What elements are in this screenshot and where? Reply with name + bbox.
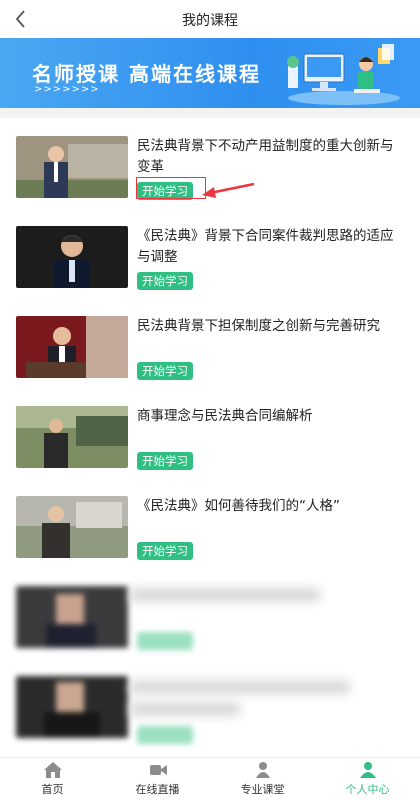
page-title: 我的课程 <box>182 13 238 29</box>
start-learning-button[interactable]: 开始学习 <box>137 362 193 380</box>
classroom-icon <box>255 762 270 778</box>
start-learning-button[interactable]: 开始学习 <box>137 542 193 560</box>
course-item-blurred <box>0 676 420 766</box>
red-arrow-icon <box>202 182 255 198</box>
course-thumbnail[interactable] <box>16 496 128 558</box>
start-learning-button[interactable]: 开始学习 <box>137 272 193 290</box>
course-thumbnail-blurred[interactable] <box>16 676 128 738</box>
promo-banner[interactable]: 名师授课 高端在线课程 >>>>>>> <box>0 38 420 108</box>
course-title[interactable]: 商事理念与民法典合同编解析 <box>137 406 402 427</box>
tab-classroom[interactable]: 专业课堂 <box>210 758 315 800</box>
bottom-tab-bar: 首页 在线直播 专业课堂 个人中心 <box>0 757 420 800</box>
blurred-button <box>137 726 193 744</box>
course-item-blurred <box>0 586 420 676</box>
course-title[interactable]: 《民法典》如何善待我们的“人格” <box>137 496 402 517</box>
course-title[interactable]: 民法典背景下担保制度之创新与完善研究 <box>137 316 402 337</box>
user-icon <box>359 762 376 778</box>
section-gap <box>0 108 420 118</box>
highlight-box <box>136 177 206 199</box>
course-item: 《民法典》背景下合同案件裁判思路的适应与调整 开始学习 <box>0 226 420 316</box>
tab-home[interactable]: 首页 <box>0 758 105 800</box>
blurred-title-line2 <box>130 702 240 716</box>
blurred-title <box>130 680 350 694</box>
blurred-button <box>137 632 193 650</box>
video-icon <box>149 765 167 775</box>
course-item: 民法典背景下担保制度之创新与完善研究 开始学习 <box>0 316 420 406</box>
start-learning-button[interactable]: 开始学习 <box>137 452 193 470</box>
course-thumbnail-blurred[interactable] <box>16 586 128 648</box>
banner-title: 名师授课 高端在线课程 <box>32 62 261 86</box>
tab-label: 专业课堂 <box>240 783 285 796</box>
tab-label: 首页 <box>41 783 64 796</box>
course-thumbnail[interactable] <box>16 406 128 468</box>
course-item: 商事理念与民法典合同编解析 开始学习 <box>0 406 420 496</box>
home-icon <box>43 762 62 778</box>
blurred-title <box>130 588 320 602</box>
tab-label: 个人中心 <box>345 783 390 796</box>
online-study-illustration-icon <box>287 44 400 105</box>
course-item: 《民法典》如何善待我们的“人格” 开始学习 <box>0 496 420 586</box>
course-thumbnail[interactable] <box>16 136 128 198</box>
course-title[interactable]: 民法典背景下不动产用益制度的重大创新与变革 <box>137 136 402 178</box>
course-thumbnail[interactable] <box>16 226 128 288</box>
tab-label: 在线直播 <box>135 783 180 796</box>
tab-live[interactable]: 在线直播 <box>105 758 210 800</box>
course-title[interactable]: 《民法典》背景下合同案件裁判思路的适应与调整 <box>137 226 402 268</box>
top-bar: 我的课程 <box>0 0 420 38</box>
course-thumbnail[interactable] <box>16 316 128 378</box>
tab-profile[interactable]: 个人中心 <box>315 758 420 800</box>
banner-arrows: >>>>>>> <box>34 84 100 95</box>
